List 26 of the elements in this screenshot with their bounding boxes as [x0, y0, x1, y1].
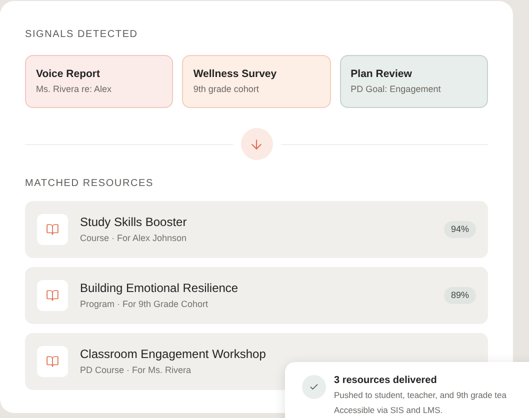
resource-subtitle: PD Course · For Ms. Rivera — [80, 365, 192, 376]
resource-subtitle: Program · For 9th Grade Cohort — [80, 299, 210, 310]
signal-subtitle: PD Goal: Engagement — [350, 84, 442, 95]
toast-message: Accessible via SIS and LMS. — [334, 404, 444, 417]
signal-title: Wellness Survey — [193, 68, 278, 81]
signal-title: Voice Report — [36, 68, 101, 81]
section-heading: SIGNALS DETECTED — [25, 29, 139, 41]
resource-row[interactable]: Building Emotional Resilience Program · For 9th Grade Cohort 89% — [25, 267, 488, 324]
book-icon — [37, 214, 68, 245]
resource-subtitle: Course · For Alex Johnson — [80, 233, 188, 244]
resource-title: Building Emotional Resilience — [80, 281, 240, 296]
signal-subtitle: 9th grade cohort — [193, 84, 260, 95]
resource-row[interactable]: Study Skills Booster Course · For Alex Johnson 94% — [25, 201, 488, 258]
toast-message: Pushed to student, teacher, and 9th grade tea — [334, 389, 506, 402]
signal-subtitle: Ms. Rivera re: Alex — [36, 84, 113, 95]
match-badge: 89% — [444, 287, 476, 304]
signal-title: Plan Review — [350, 68, 413, 81]
resource-title: Study Skills Booster — [80, 215, 188, 230]
book-icon — [37, 280, 68, 311]
section-heading: MATCHED RESOURCES — [25, 178, 154, 190]
arrow-down-icon — [240, 128, 272, 160]
toast-title: 3 resources delivered — [334, 374, 438, 387]
resource-title: Classroom Engagement Workshop — [80, 347, 267, 362]
match-badge: 94% — [444, 221, 476, 238]
book-icon — [37, 346, 68, 377]
check-icon — [302, 375, 326, 399]
